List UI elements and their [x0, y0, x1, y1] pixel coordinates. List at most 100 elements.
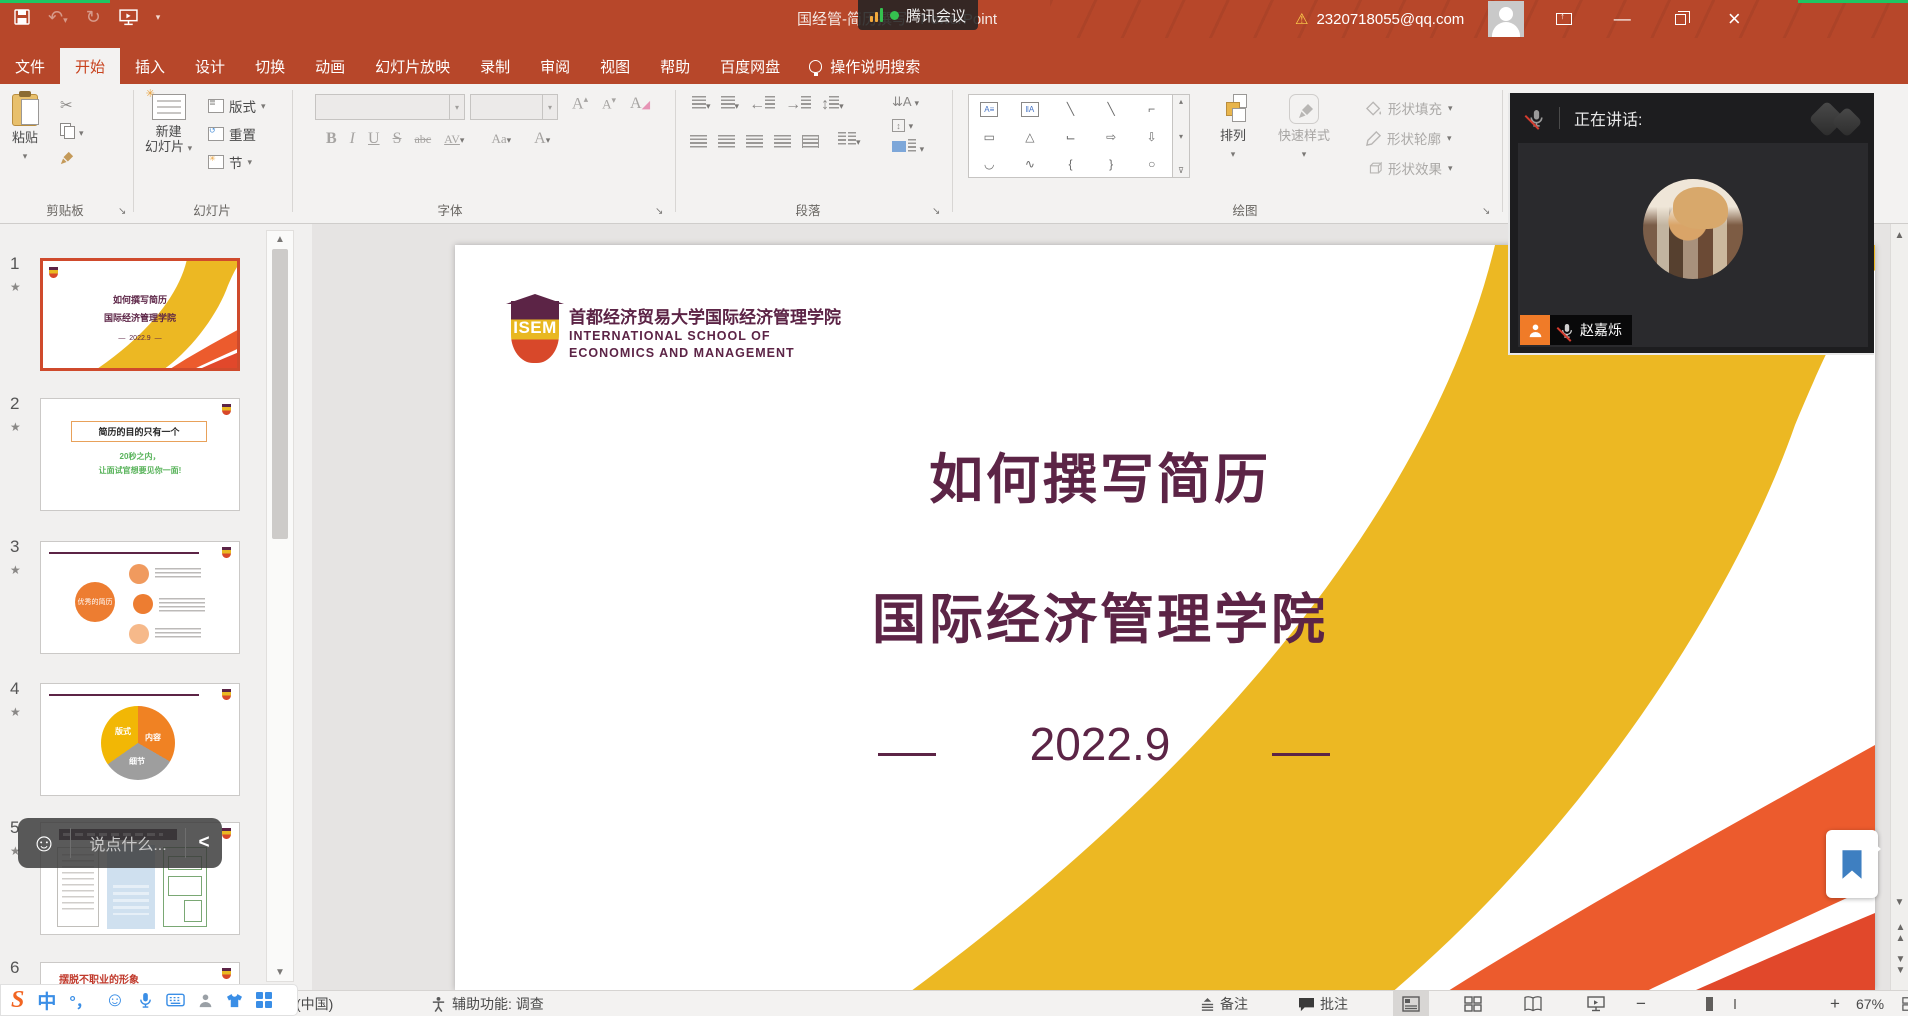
account-email[interactable]: 2320718055@qq.com — [1316, 11, 1464, 28]
cut-button[interactable]: ✂ — [60, 96, 84, 114]
notes-button[interactable]: 备注 — [1200, 991, 1248, 1016]
save-icon[interactable] — [14, 9, 30, 27]
tab-view[interactable]: 视图 — [585, 48, 645, 84]
accessibility-status[interactable]: 辅助功能: 调查 — [430, 991, 544, 1016]
paste-button[interactable]: 粘贴▾ — [12, 94, 38, 164]
bold-button[interactable]: B — [326, 130, 337, 148]
chat-input-placeholder[interactable]: 说点什么... — [71, 831, 185, 855]
new-slide-button[interactable]: 新建幻灯片 ▾ — [145, 94, 192, 156]
clipboard-dialog-launcher[interactable]: ↘ — [118, 206, 126, 217]
scroll-up-icon[interactable]: ▲ — [1895, 230, 1905, 241]
tab-home[interactable]: 开始 — [60, 48, 120, 84]
view-normal-button[interactable] — [1393, 991, 1429, 1016]
grow-font-button[interactable]: A▴ — [572, 94, 588, 113]
slide-title-line2[interactable]: 国际经济管理学院 — [455, 575, 1745, 654]
sogou-logo-icon[interactable]: S — [11, 987, 24, 1014]
tab-baidu-netdisk[interactable]: 百度网盘 — [705, 48, 795, 84]
toolbox-icon[interactable] — [256, 992, 272, 1008]
skin-icon[interactable] — [226, 993, 243, 1008]
italic-button[interactable]: I — [350, 130, 355, 148]
previous-slide-button[interactable]: ▲▲ — [1896, 922, 1904, 944]
convert-smartart-button[interactable]: ▾ — [892, 139, 924, 155]
strikethrough-button[interactable]: S — [393, 130, 402, 148]
slideshow-from-start-icon[interactable] — [119, 9, 138, 27]
shapes-gallery-scrollbar[interactable]: ▴▾⊽ — [1173, 94, 1190, 178]
shapes-gallery[interactable]: A≡‖A╲╲⌐ ▭△⌙⇨⇩ ◡∿{}○ — [968, 94, 1173, 178]
shape-effects-button[interactable]: 形状效果▾ — [1366, 156, 1453, 180]
collapse-chat-icon[interactable]: < — [186, 832, 222, 854]
character-spacing-button[interactable]: AV▾ — [444, 132, 464, 147]
input-method-icon[interactable] — [198, 993, 213, 1008]
view-slide-sorter-button[interactable] — [1455, 991, 1491, 1016]
format-painter-button[interactable] — [60, 149, 84, 166]
font-name-combo[interactable]: ▾ — [315, 94, 465, 120]
layout-button[interactable]: ≣版式▾ — [208, 96, 266, 116]
reset-button[interactable]: ↺重置 — [208, 124, 266, 144]
tab-animations[interactable]: 动画 — [300, 48, 360, 84]
zoom-level[interactable]: 67% — [1856, 991, 1884, 1016]
zoom-slider-thumb[interactable] — [1706, 997, 1713, 1011]
shape-fill-button[interactable]: 形状填充▾ — [1366, 96, 1453, 120]
shrink-font-button[interactable]: A▾ — [602, 95, 616, 112]
font-dialog-launcher[interactable]: ↘ — [655, 206, 663, 217]
tencent-meeting-panel[interactable]: 正在讲话: 赵嘉烁 — [1508, 93, 1874, 355]
underline-button[interactable]: U — [368, 130, 380, 148]
text-direction-button[interactable]: ⇊A ▾ — [892, 94, 924, 110]
close-button[interactable]: × — [1712, 0, 1756, 38]
shape-outline-button[interactable]: 形状轮廓▾ — [1366, 126, 1453, 150]
undo-icon[interactable]: ↶▾ — [48, 7, 68, 28]
tab-insert[interactable]: 插入 — [120, 48, 180, 84]
tab-transitions[interactable]: 切换 — [240, 48, 300, 84]
view-slideshow-button[interactable] — [1578, 991, 1614, 1016]
warning-icon[interactable]: ⚠ — [1295, 10, 1308, 28]
font-size-combo[interactable]: ▾ — [470, 94, 558, 120]
line-spacing-button[interactable]: ↕▾ — [821, 96, 844, 114]
slide-editor[interactable]: ISEM 首都经济贸易大学国际经济管理学院 INTERNATIONAL SCHO… — [455, 245, 1875, 990]
input-mode-chinese[interactable]: 中 — [37, 987, 56, 1014]
ribbon-display-options-button[interactable] — [1542, 0, 1586, 38]
slide-date[interactable]: 2022.9 — [455, 717, 1745, 771]
align-right-button[interactable] — [746, 135, 763, 148]
participant-video[interactable]: 赵嘉烁 — [1518, 143, 1868, 347]
tab-help[interactable]: 帮助 — [645, 48, 705, 84]
emoji-icon[interactable]: ☺ — [18, 829, 70, 858]
tencent-meeting-badge[interactable]: 腾讯会议 — [858, 0, 978, 30]
customize-qat-icon[interactable]: ▾ — [156, 12, 161, 23]
arrange-button[interactable]: 排列▾ — [1218, 94, 1248, 162]
numbering-button[interactable]: ▾ — [721, 96, 740, 114]
main-scrollbar[interactable]: ▲ ▼ ▲▲ ▼▼ — [1890, 224, 1908, 990]
quick-styles-button[interactable]: 快速样式▾ — [1278, 94, 1330, 162]
punctuation-mode[interactable]: °， — [69, 988, 91, 1012]
thumbnail-slide-2[interactable]: 简历的目的只有一个 20秒之内， 让面试官想要见你一面! — [40, 398, 240, 511]
slide-title-line1[interactable]: 如何撰写简历 — [455, 435, 1745, 514]
soft-keyboard-icon[interactable] — [166, 993, 185, 1007]
comments-button[interactable]: 批注 — [1298, 991, 1348, 1016]
voice-input-icon[interactable] — [138, 992, 153, 1009]
decrease-indent-button[interactable]: ← — [749, 96, 775, 114]
change-case-button[interactable]: Aa▾ — [491, 131, 511, 147]
thumbnail-slide-1[interactable]: 如何撰写简历 国际经济管理学院 — 2022.9 — — [40, 258, 240, 371]
columns-button[interactable]: ▾ — [838, 132, 861, 150]
copy-button[interactable]: ▾ — [60, 123, 84, 140]
tell-me-search[interactable]: 操作说明搜索 — [795, 48, 934, 84]
view-reading-button[interactable] — [1515, 991, 1551, 1016]
sogou-input-toolbar[interactable]: S 中 °， ☺ — [0, 984, 298, 1016]
align-text-button[interactable]: ↕ ▾ — [892, 117, 924, 132]
paragraph-dialog-launcher[interactable]: ↘ — [932, 206, 940, 217]
thumbnail-scrollbar[interactable]: ▲ ▼ — [266, 230, 294, 982]
section-button[interactable]: ✳节▾ — [208, 152, 266, 172]
scroll-down-icon[interactable]: ▼ — [1895, 897, 1905, 908]
scroll-up-icon[interactable]: ▲ — [275, 234, 285, 245]
fit-to-window-button[interactable] — [1892, 991, 1908, 1016]
tab-file[interactable]: 文件 — [0, 48, 60, 84]
tab-slideshow[interactable]: 幻灯片放映 — [360, 48, 465, 84]
align-left-button[interactable] — [690, 135, 707, 148]
minimize-button[interactable]: — — [1600, 0, 1644, 38]
font-color-button[interactable]: A▾ — [534, 130, 550, 148]
bullets-button[interactable]: ▾ — [692, 96, 711, 114]
restore-button[interactable] — [1658, 0, 1702, 38]
thumbnail-slide-4[interactable]: 版式 内容 细节 — [40, 683, 240, 796]
clear-formatting-button[interactable]: A◢ — [630, 95, 650, 113]
meeting-chat-bar[interactable]: ☺ 说点什么... < — [18, 818, 222, 868]
increase-indent-button[interactable]: → — [785, 96, 811, 114]
